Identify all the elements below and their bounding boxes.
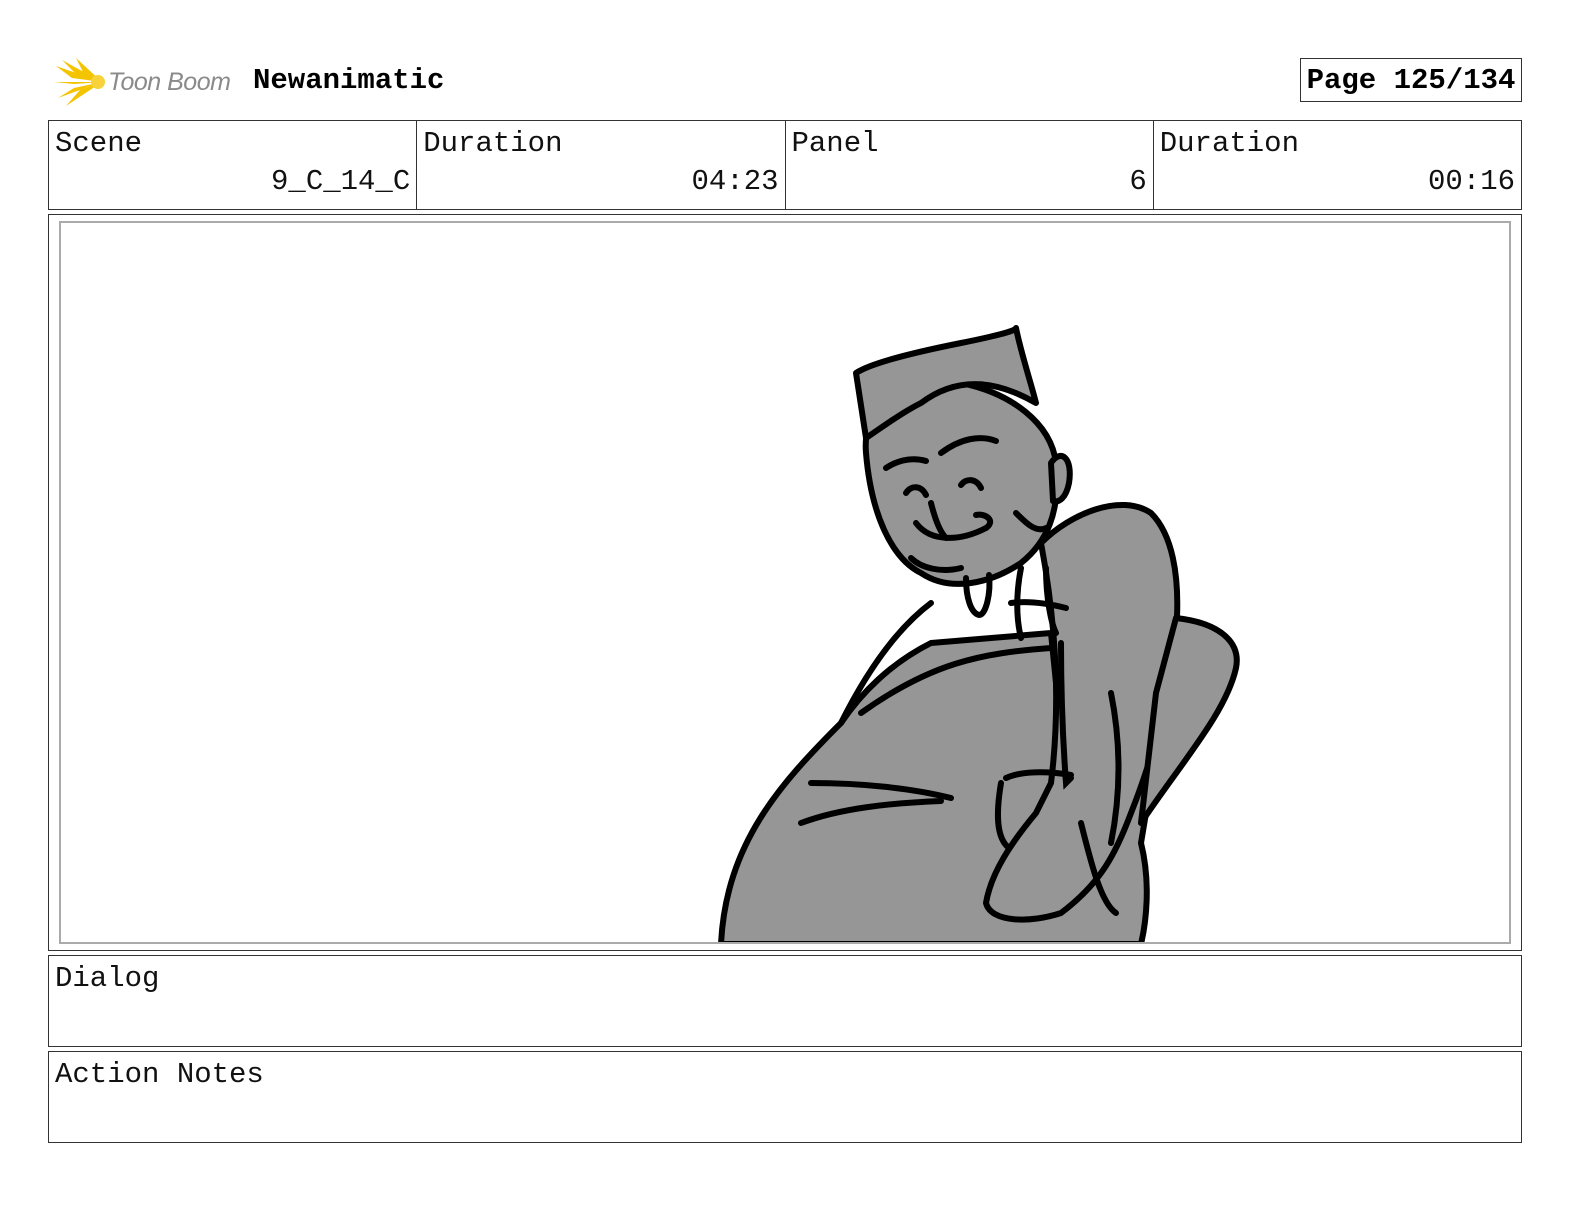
panel-duration-value: 00:16 [1427,165,1515,198]
scene-duration-label: Duration [423,127,563,160]
scene-duration-cell: Duration 04:23 [417,121,786,209]
panel-duration-cell: Duration 00:16 [1154,121,1521,209]
panel-value: 6 [1129,165,1147,198]
page-number: Page 125/134 [1300,58,1522,102]
action-notes-label: Action Notes [55,1058,264,1091]
panel-drawing-area [59,221,1511,944]
storyboard-panel [48,214,1522,951]
ear-shape [1048,453,1073,505]
scene-label: Scene [55,127,143,160]
scene-cell: Scene 9_C_14_C [49,121,418,209]
panel-label: Panel [791,127,879,160]
scene-info-row: Scene 9_C_14_C Duration 04:23 Panel 6 Du… [48,120,1522,210]
toon-boom-logo: Toon Boom [52,56,242,108]
project-title: Newanimatic [253,64,445,97]
panel-duration-label: Duration [1159,127,1299,160]
character-sketch [718,325,1240,942]
scene-value: 9_C_14_C [271,165,411,198]
scene-duration-value: 04:23 [691,165,779,198]
starburst-icon [54,58,105,106]
panel-cell: Panel 6 [786,121,1154,209]
dialog-label: Dialog [55,962,160,995]
dialog-box[interactable]: Dialog [48,955,1522,1047]
logo-text: Toon Boom [108,68,231,96]
action-notes-box[interactable]: Action Notes [48,1051,1522,1143]
storyboard-header: Toon Boom Newanimatic Page 125/134 [48,54,1522,106]
